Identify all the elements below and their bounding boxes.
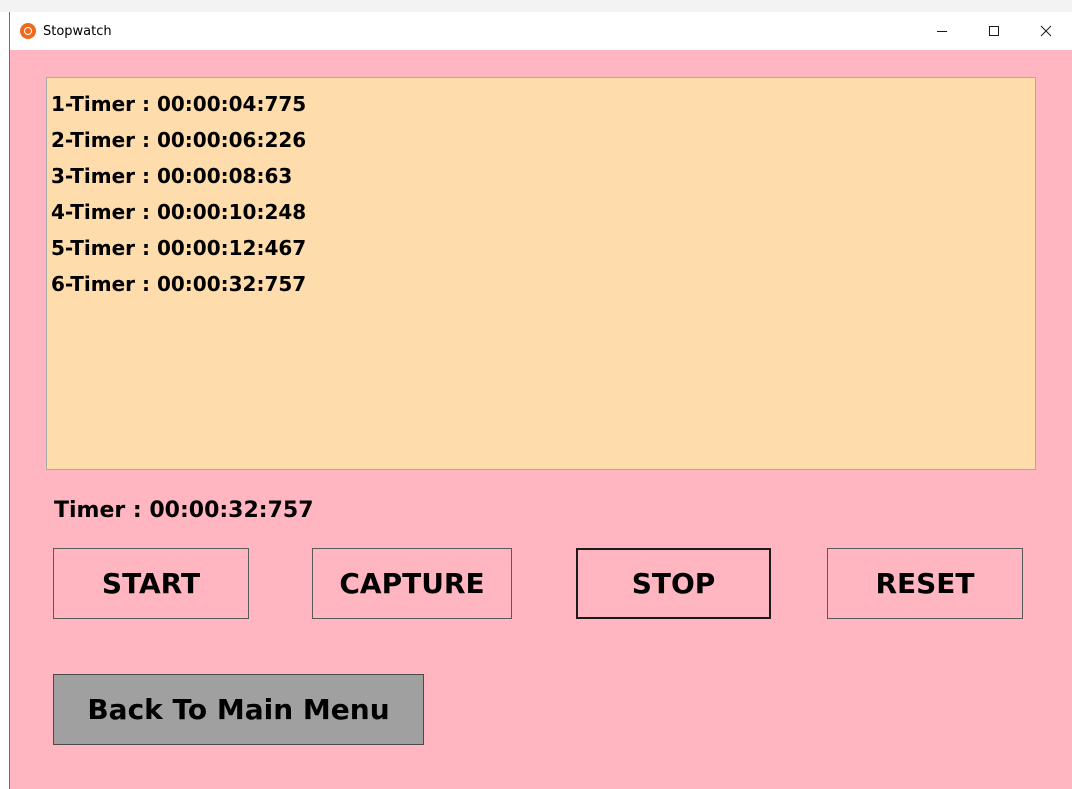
maximize-icon bbox=[989, 26, 999, 36]
reset-button[interactable]: RESET bbox=[827, 548, 1023, 619]
log-entry: 5-Timer : 00:00:12:467 bbox=[51, 236, 307, 260]
window-controls bbox=[916, 12, 1072, 50]
back-to-main-menu-button[interactable]: Back To Main Menu bbox=[53, 674, 424, 745]
log-entry: 2-Timer : 00:00:06:226 bbox=[51, 128, 307, 152]
background-app-strip bbox=[0, 0, 1072, 12]
title-bar[interactable]: Stopwatch bbox=[10, 12, 1072, 50]
close-button[interactable] bbox=[1020, 12, 1072, 50]
log-entry: 6-Timer : 00:00:32:757 bbox=[51, 272, 307, 296]
log-entry: 1-Timer : 00:00:04:775 bbox=[51, 92, 307, 116]
capture-log-list[interactable]: 1-Timer : 00:00:04:775 2-Timer : 00:00:0… bbox=[46, 77, 1036, 470]
stopwatch-window: Stopwatch 1-Timer : 00:00:04:775 2-Timer… bbox=[9, 12, 1072, 789]
stopwatch-icon bbox=[20, 23, 36, 39]
timer-display: Timer : 00:00:32:757 bbox=[54, 498, 314, 523]
capture-button[interactable]: CAPTURE bbox=[312, 548, 512, 619]
minimize-button[interactable] bbox=[916, 12, 968, 50]
maximize-button[interactable] bbox=[968, 12, 1020, 50]
close-icon bbox=[1040, 25, 1052, 37]
minimize-icon bbox=[937, 31, 947, 32]
window-title: Stopwatch bbox=[43, 23, 112, 39]
log-entry: 4-Timer : 00:00:10:248 bbox=[51, 200, 307, 224]
start-button[interactable]: START bbox=[53, 548, 249, 619]
stop-button[interactable]: STOP bbox=[576, 548, 771, 619]
log-entry: 3-Timer : 00:00:08:63 bbox=[51, 164, 293, 188]
